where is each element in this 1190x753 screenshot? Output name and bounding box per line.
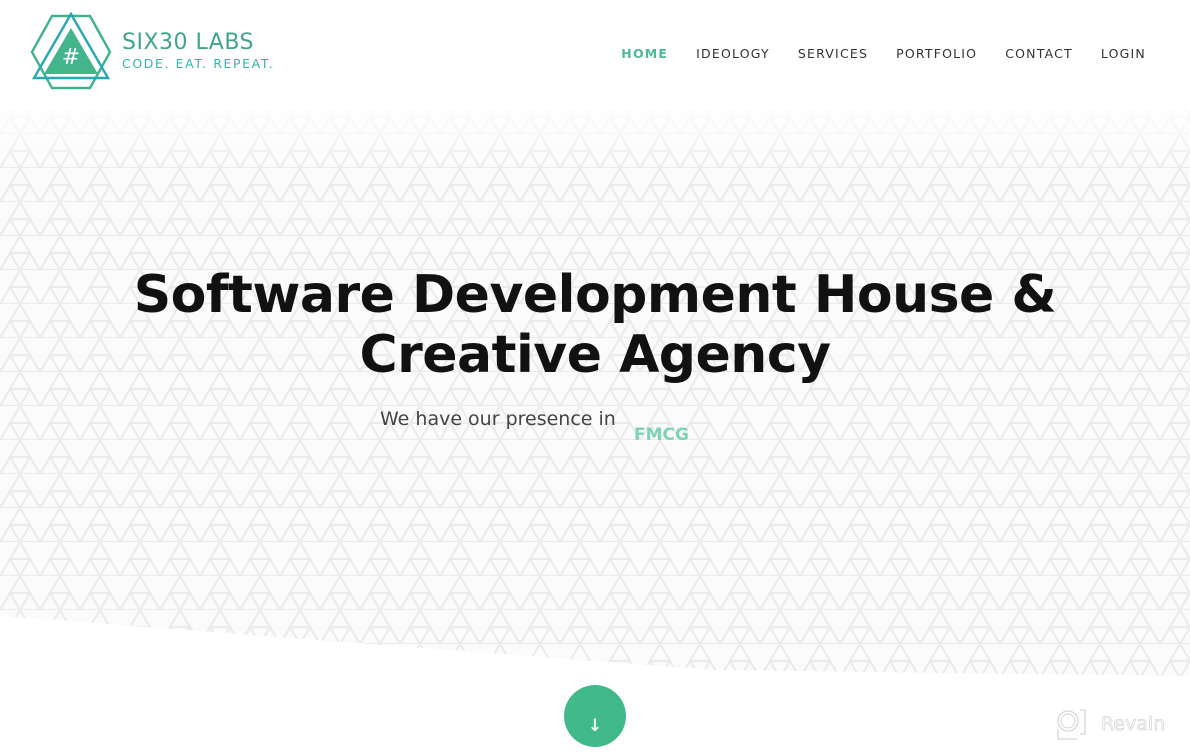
nav-item-login[interactable]: LOGIN (1101, 46, 1146, 61)
hero-title-line-2: Creative Agency (359, 325, 831, 385)
nav-item-home[interactable]: HOME (621, 46, 668, 61)
presence-rotating-word: FMCG (634, 425, 689, 445)
nav-item-ideology[interactable]: IDEOLOGY (696, 46, 770, 61)
hero-title-line-1: Software Development House & (133, 265, 1057, 325)
hashtag-triangle-hexagon-logo-icon: # (30, 12, 112, 90)
nav-item-portfolio[interactable]: PORTFOLIO (896, 46, 977, 61)
revain-watermark: Revain (1055, 707, 1166, 741)
brand-tagline: CODE. EAT. REPEAT. (122, 56, 275, 71)
svg-text:#: # (62, 45, 80, 70)
arrow-down-icon: ↓ (587, 716, 603, 736)
revain-logo-icon (1057, 709, 1086, 740)
presence-text: We have our presence in (380, 408, 616, 430)
revain-label: Revain (1101, 713, 1166, 736)
scroll-down-button[interactable]: ↓ (564, 685, 626, 747)
nav-item-contact[interactable]: CONTACT (1005, 46, 1073, 61)
hero-pattern-background (0, 100, 1190, 676)
main-nav: HOME IDEOLOGY SERVICES PORTFOLIO CONTACT… (593, 46, 1146, 61)
nav-item-services[interactable]: SERVICES (798, 46, 868, 61)
brand-logo[interactable]: # SIX30 LABS CODE. EAT. REPEAT. (30, 12, 274, 92)
brand-name: SIX30 LABS (122, 30, 254, 55)
site-header: # SIX30 LABS CODE. EAT. REPEAT. HOME IDE… (0, 0, 1190, 108)
hero-title: Software Development House & Creative Ag… (0, 265, 1190, 385)
